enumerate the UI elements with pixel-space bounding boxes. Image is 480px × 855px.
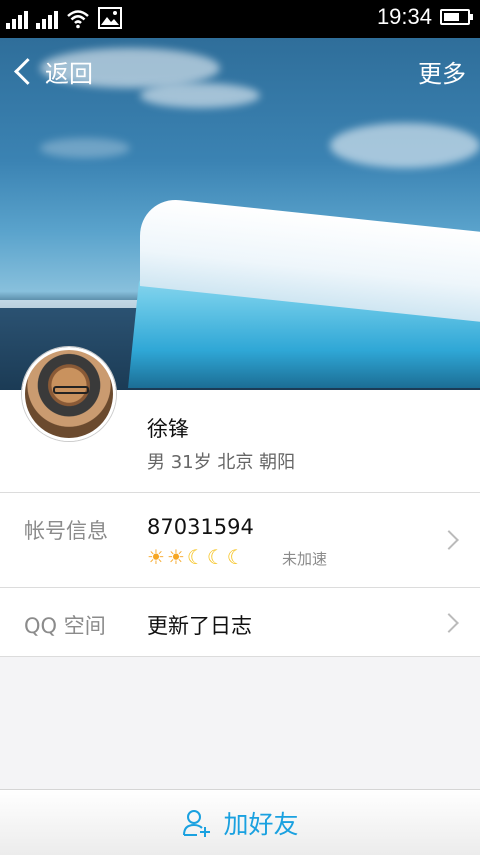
- status-bar: 19:34: [0, 0, 480, 38]
- chevron-right-icon: [439, 613, 459, 633]
- add-friend-icon: [183, 809, 211, 837]
- sun-icon: ☀: [166, 545, 185, 569]
- chevron-right-icon: [439, 530, 459, 550]
- back-label: 返回: [45, 60, 93, 88]
- add-friend-label: 加好友: [223, 809, 299, 839]
- avatar[interactable]: [22, 347, 116, 441]
- sun-icon: ☀: [147, 545, 165, 569]
- wifi-icon: [67, 10, 89, 29]
- cover-image: [0, 38, 480, 390]
- moon-icon: ☾: [186, 545, 205, 569]
- qzone-label: QQ 空间: [24, 614, 106, 638]
- battery-icon: [440, 9, 473, 25]
- accel-status: 未加速: [282, 550, 328, 568]
- profile-name: 徐锋: [147, 417, 189, 441]
- qq-number: 87031594: [147, 515, 254, 539]
- signal-strength-icon: [6, 7, 28, 29]
- chevron-left-icon: [14, 58, 41, 85]
- back-button[interactable]: 返回: [12, 54, 93, 89]
- qzone-update: 更新了日志: [147, 614, 252, 638]
- moon-icon: ☾: [226, 545, 245, 569]
- moon-icon: ☾: [206, 545, 225, 569]
- qzone-row[interactable]: QQ 空间 更新了日志: [0, 587, 480, 657]
- more-button[interactable]: 更多: [418, 54, 466, 89]
- qq-level: ☀ ☀ ☾ ☾ ☾: [147, 545, 245, 569]
- add-friend-button[interactable]: 加好友: [0, 789, 480, 855]
- more-label: 更多: [418, 60, 466, 88]
- account-info-row[interactable]: 帐号信息 87031594: [0, 492, 480, 587]
- account-info-label: 帐号信息: [24, 519, 108, 543]
- image-notification-icon: [98, 7, 122, 29]
- profile-details: 男 31岁 北京 朝阳: [147, 452, 296, 473]
- status-time: 19:34: [376, 4, 432, 29]
- signal-3g-icon: [36, 7, 58, 29]
